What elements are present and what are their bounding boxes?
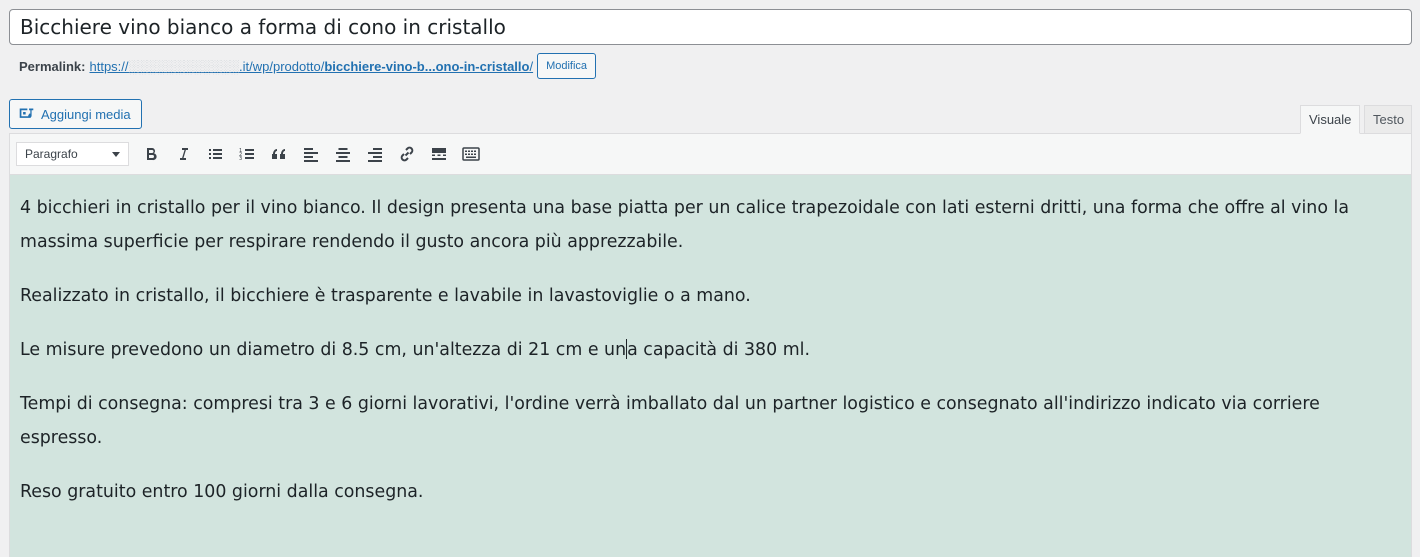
permalink-label: Permalink: <box>19 58 86 74</box>
post-title-input[interactable]: Bicchiere vino bianco a forma di cono in… <box>9 9 1412 45</box>
bullet-list-icon[interactable] <box>199 139 231 169</box>
add-media-label: Aggiungi media <box>41 106 131 122</box>
svg-text:3: 3 <box>239 156 242 162</box>
align-center-icon[interactable] <box>327 139 359 169</box>
format-select[interactable]: Paragrafo <box>16 142 129 166</box>
permalink-link[interactable]: https://░░░░░░░░░░░░.it/wp/prodotto/bicc… <box>89 59 533 74</box>
toolbar-toggle-icon[interactable] <box>455 139 487 169</box>
content-text: a capacità di 380 ml. <box>627 340 811 360</box>
content-paragraph: Tempi di consegna: compresi tra 3 e 6 gi… <box>20 394 1320 448</box>
permalink-prefix: https:// <box>89 58 129 74</box>
bold-icon[interactable] <box>135 139 167 169</box>
chevron-down-icon <box>112 151 120 157</box>
permalink-hidden-domain: ░░░░░░░░░░░░ <box>128 58 240 74</box>
tab-visual[interactable]: Visuale <box>1300 105 1360 134</box>
content-paragraph: Realizzato in cristallo, il bicchiere è … <box>20 286 751 306</box>
camera-music-icon <box>18 106 35 123</box>
content-paragraph: 4 bicchieri in cristallo per il vino bia… <box>20 198 1349 252</box>
permalink-slug: bicchiere-vino-b...ono-in-cristallo <box>324 58 530 74</box>
content-text: Le misure prevedono un diametro di 8.5 c… <box>20 340 627 360</box>
content-paragraph: Le misure prevedono un diametro di 8.5 c… <box>20 333 1401 367</box>
italic-icon[interactable] <box>167 139 199 169</box>
align-left-icon[interactable] <box>295 139 327 169</box>
link-icon[interactable] <box>391 139 423 169</box>
read-more-icon[interactable] <box>423 139 455 169</box>
numbered-list-icon[interactable]: 123 <box>231 139 263 169</box>
format-select-value: Paragrafo <box>25 147 78 161</box>
add-media-button[interactable]: Aggiungi media <box>9 99 142 129</box>
permalink-path: .it/wp/prodotto/ <box>239 58 325 74</box>
content-paragraph: Reso gratuito entro 100 giorni dalla con… <box>20 482 424 502</box>
permalink-row: Permalink: https://░░░░░░░░░░░░.it/wp/pr… <box>19 53 597 79</box>
editor-content[interactable]: 4 bicchieri in cristallo per il vino bia… <box>10 175 1411 557</box>
edit-permalink-button[interactable]: Modifica <box>537 53 597 79</box>
editor: Paragrafo 123 4 bicchieri in cristallo p… <box>9 133 1412 557</box>
editor-toolbar: Paragrafo 123 <box>10 134 1411 175</box>
blockquote-icon[interactable] <box>263 139 295 169</box>
permalink-suffix: / <box>529 58 534 74</box>
align-right-icon[interactable] <box>359 139 391 169</box>
tab-text[interactable]: Testo <box>1364 105 1412 134</box>
